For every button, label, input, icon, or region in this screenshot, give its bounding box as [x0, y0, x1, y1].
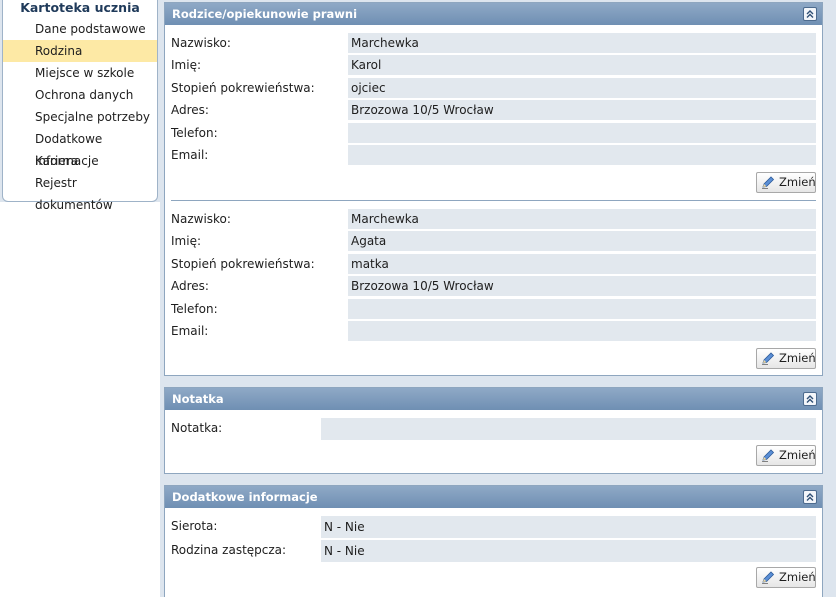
- collapse-button[interactable]: [803, 490, 817, 504]
- field-label: Email:: [171, 148, 209, 162]
- field-value: N - Nie: [321, 516, 816, 538]
- panel-header: Dodatkowe informacje: [165, 486, 822, 508]
- double-chevron-up-icon: [806, 395, 814, 403]
- edit-button[interactable]: Zmień: [756, 348, 816, 369]
- field-label: Imię:: [171, 58, 201, 72]
- field-label: Adres:: [171, 279, 209, 293]
- field-value: [348, 321, 816, 341]
- field-row-telefon: Telefon:: [171, 123, 816, 143]
- double-chevron-up-icon: [806, 493, 814, 501]
- field-label: Stopień pokrewieństwa:: [171, 257, 315, 271]
- sidebar-title: Kartoteka ucznia: [20, 0, 140, 15]
- field-value: Karol: [348, 55, 816, 75]
- field-row-imie: Imię: Agata: [171, 231, 816, 251]
- field-label: Stopień pokrewieństwa:: [171, 81, 315, 95]
- collapse-button[interactable]: [803, 392, 817, 406]
- pencil-icon: [762, 571, 775, 584]
- panel-title: Notatka: [172, 392, 224, 406]
- field-label: Adres:: [171, 103, 209, 117]
- edit-button[interactable]: Zmień: [756, 445, 816, 466]
- edit-button-label: Zmień: [779, 175, 816, 189]
- sidebar-item-dodatkowe-informacje[interactable]: Dodatkowe informacje: [3, 128, 157, 168]
- field-row-email: Email:: [171, 321, 816, 341]
- app-root: Kartoteka ucznia Dane podstawowe Rodzina…: [0, 0, 836, 597]
- field-value: matka: [348, 254, 816, 274]
- field-label: Telefon:: [171, 126, 218, 140]
- field-value: Marchewka: [348, 209, 816, 229]
- panel-title: Dodatkowe informacje: [172, 490, 318, 504]
- sidebar-item-ochrona-danych[interactable]: Ochrona danych: [3, 84, 157, 106]
- extra-info-panel: Dodatkowe informacje Sierota: N - Nie Ro…: [164, 485, 823, 597]
- panel-title: Rodzice/opiekunowie prawni: [172, 7, 358, 21]
- field-label: Telefon:: [171, 302, 218, 316]
- field-value: Agata: [348, 231, 816, 251]
- field-row-sierota: Sierota: N - Nie: [171, 516, 816, 538]
- note-panel: Notatka Notatka: Zmień: [164, 387, 823, 474]
- field-row-stopien: Stopień pokrewieństwa: matka: [171, 254, 816, 274]
- field-row-stopien: Stopień pokrewieństwa: ojciec: [171, 78, 816, 98]
- field-row-nazwisko: Nazwisko: Marchewka: [171, 209, 816, 229]
- sidebar-item-miejsce-w-szkole[interactable]: Miejsce w szkole: [3, 62, 157, 84]
- field-row-adres: Adres: Brzozowa 10/5 Wrocław: [171, 276, 816, 296]
- pencil-icon: [762, 176, 775, 189]
- field-row-nazwisko: Nazwisko: Marchewka: [171, 33, 816, 53]
- guardian-separator: [171, 200, 816, 201]
- sidebar-item-rodzina[interactable]: Rodzina: [3, 40, 157, 62]
- collapse-button[interactable]: [803, 7, 817, 21]
- field-row-rodzina-zastepcza: Rodzina zastępcza: N - Nie: [171, 540, 816, 562]
- field-value: ojciec: [348, 78, 816, 98]
- parents-panel: Rodzice/opiekunowie prawni Nazwisko: Mar…: [164, 2, 823, 376]
- field-value: [348, 123, 816, 143]
- double-chevron-up-icon: [806, 10, 814, 18]
- field-label: Rodzina zastępcza:: [171, 543, 287, 557]
- field-row-telefon: Telefon:: [171, 299, 816, 319]
- field-value: Brzozowa 10/5 Wrocław: [348, 100, 816, 120]
- edit-button[interactable]: Zmień: [756, 567, 816, 588]
- sidebar-background: [0, 202, 160, 597]
- field-value: [348, 145, 816, 165]
- pencil-icon: [762, 449, 775, 462]
- sidebar-item-specjalne-potrzeby[interactable]: Specjalne potrzeby: [3, 106, 157, 128]
- edit-button-label: Zmień: [779, 570, 816, 584]
- field-value: Brzozowa 10/5 Wrocław: [348, 276, 816, 296]
- field-row-notatka: Notatka:: [171, 418, 816, 440]
- field-label: Imię:: [171, 234, 201, 248]
- field-label: Sierota:: [171, 519, 218, 533]
- sidebar-item-rejestr-dokumentow[interactable]: Rejestr dokumentów: [3, 172, 157, 212]
- panel-header: Rodzice/opiekunowie prawni: [165, 3, 822, 25]
- field-value: [321, 418, 816, 440]
- edit-button-label: Zmień: [779, 448, 816, 462]
- field-value: Marchewka: [348, 33, 816, 53]
- panel-header: Notatka: [165, 388, 822, 410]
- field-value: N - Nie: [321, 540, 816, 562]
- pencil-icon: [762, 352, 775, 365]
- field-label: Nazwisko:: [171, 36, 231, 50]
- field-label: Email:: [171, 324, 209, 338]
- field-row-adres: Adres: Brzozowa 10/5 Wrocław: [171, 100, 816, 120]
- edit-button[interactable]: Zmień: [756, 172, 816, 193]
- field-row-imie: Imię: Karol: [171, 55, 816, 75]
- edit-button-label: Zmień: [779, 351, 816, 365]
- field-value: [348, 299, 816, 319]
- sidebar-item-dane-podstawowe[interactable]: Dane podstawowe: [3, 18, 157, 40]
- sidebar: Kartoteka ucznia Dane podstawowe Rodzina…: [2, 0, 158, 212]
- field-row-email: Email:: [171, 145, 816, 165]
- field-label: Nazwisko:: [171, 212, 231, 226]
- field-label: Notatka:: [171, 421, 223, 435]
